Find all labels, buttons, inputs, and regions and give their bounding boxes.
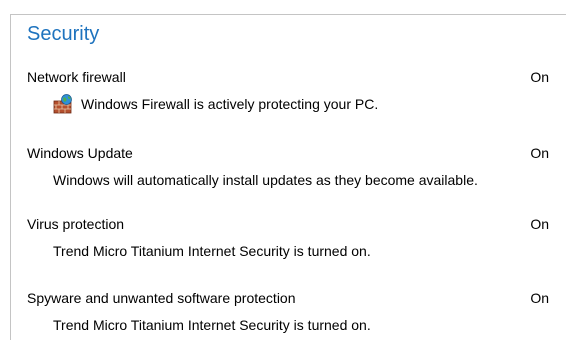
item-name: Network firewall bbox=[27, 69, 126, 85]
item-detail-text: Windows will automatically install updat… bbox=[53, 172, 478, 188]
status-badge: On bbox=[530, 216, 549, 232]
security-item-spyware-protection: Spyware and unwanted software protection… bbox=[27, 288, 549, 333]
status-badge: On bbox=[530, 69, 549, 85]
firewall-icon bbox=[53, 94, 73, 114]
item-name: Virus protection bbox=[27, 216, 125, 232]
item-header: Network firewall On bbox=[27, 67, 549, 87]
security-panel: Security Network firewall On Windows Fir… bbox=[10, 14, 566, 340]
item-header: Windows Update On bbox=[27, 143, 549, 163]
status-badge: On bbox=[530, 290, 549, 306]
item-detail: Windows Firewall is actively protecting … bbox=[53, 94, 378, 114]
item-detail-text: Trend Micro Titanium Internet Security i… bbox=[53, 243, 371, 259]
item-detail-text: Windows Firewall is actively protecting … bbox=[81, 96, 379, 112]
security-item-windows-update: Windows Update On Windows will automatic… bbox=[27, 143, 549, 188]
item-name: Windows Update bbox=[27, 145, 133, 161]
item-detail: Trend Micro Titanium Internet Security i… bbox=[53, 315, 371, 335]
item-detail: Windows will automatically install updat… bbox=[53, 170, 478, 190]
item-detail: Trend Micro Titanium Internet Security i… bbox=[53, 241, 371, 261]
security-item-network-firewall: Network firewall On Windows Firewall is … bbox=[27, 67, 549, 114]
status-badge: On bbox=[530, 145, 549, 161]
item-detail-text: Trend Micro Titanium Internet Security i… bbox=[53, 317, 371, 333]
item-header: Spyware and unwanted software protection… bbox=[27, 288, 549, 308]
security-item-virus-protection: Virus protection On Trend Micro Titanium… bbox=[27, 214, 549, 259]
item-header: Virus protection On bbox=[27, 214, 549, 234]
item-name: Spyware and unwanted software protection bbox=[27, 290, 296, 306]
section-title: Security bbox=[27, 23, 100, 45]
